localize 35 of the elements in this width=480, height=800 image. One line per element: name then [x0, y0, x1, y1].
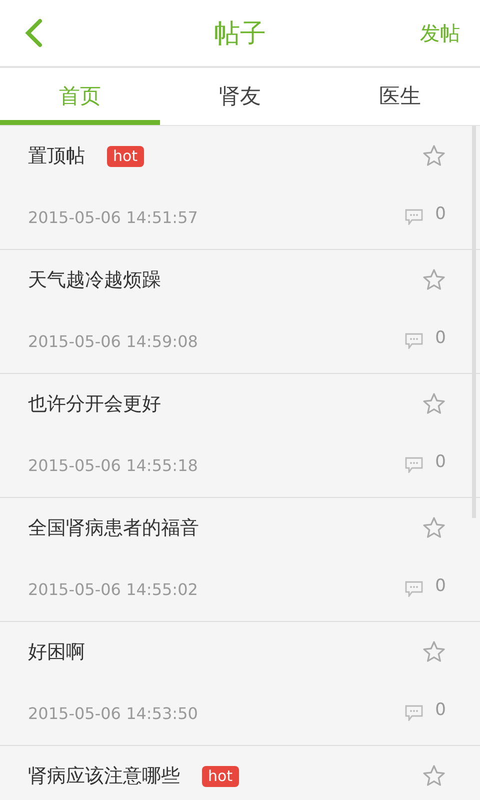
post-title: 肾病应该注意哪些: [28, 764, 180, 789]
tab[interactable]: 肾友: [160, 68, 320, 125]
star-icon[interactable]: [422, 516, 446, 540]
star-icon[interactable]: [422, 268, 446, 292]
comment-count: 0: [435, 576, 446, 596]
post-item[interactable]: 好困啊 2015-05-06 14:53:50 0: [0, 622, 480, 746]
star-icon[interactable]: [422, 144, 446, 168]
hot-tag: hot: [202, 766, 239, 786]
comment-icon: [405, 333, 424, 349]
comment-count: 0: [435, 328, 446, 348]
star-icon[interactable]: [422, 392, 446, 416]
hot-tag: hot: [107, 146, 144, 166]
post-time: 2015-05-06 14:51:57: [28, 208, 198, 226]
comment-icon: [405, 209, 424, 225]
post-time: 2015-05-06 14:53:50: [28, 704, 198, 722]
post-time: 2015-05-06 14:59:08: [28, 332, 198, 350]
comment-count: 0: [435, 452, 446, 472]
tab[interactable]: 医生: [320, 68, 480, 125]
post-time: 2015-05-06 14:55:02: [28, 580, 198, 598]
post-title: 全国肾病患者的福音: [28, 516, 199, 541]
back-icon[interactable]: [24, 18, 44, 48]
post-title: 天气越冷越烦躁: [28, 268, 161, 293]
post-item[interactable]: 肾病应该注意哪些 hot: [0, 746, 480, 800]
comment-icon: [405, 457, 424, 473]
post-title: 好困啊: [28, 640, 85, 665]
star-icon[interactable]: [422, 764, 446, 788]
page-title: 帖子: [214, 18, 266, 50]
post-title: 置顶帖: [28, 144, 85, 169]
comment-count: 0: [435, 700, 446, 720]
comment-count: 0: [435, 204, 446, 224]
star-icon[interactable]: [422, 640, 446, 664]
post-title: 也许分开会更好: [28, 392, 161, 417]
comment-icon: [405, 705, 424, 721]
post-time: 2015-05-06 14:55:18: [28, 456, 198, 474]
comment-icon: [405, 581, 424, 597]
